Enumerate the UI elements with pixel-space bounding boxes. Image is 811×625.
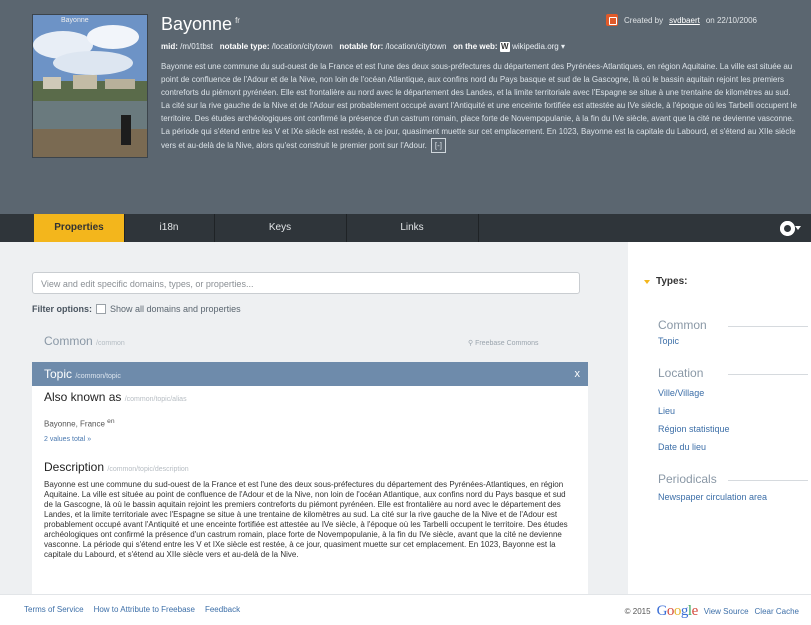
types-heading-label: Types: xyxy=(656,276,688,287)
caret-down-icon xyxy=(644,279,650,284)
google-logo: Google xyxy=(656,603,699,619)
show-all-checkbox[interactable] xyxy=(96,304,106,314)
divider xyxy=(728,480,808,481)
tab-i18n[interactable]: i18n xyxy=(124,214,215,242)
filter-label: Filter options: xyxy=(32,304,92,314)
property-aka: Also known as /common/topic/alias xyxy=(44,390,187,404)
freebase-commons-link[interactable]: ⚲ Freebase Commons xyxy=(468,339,539,347)
notable-type-label: notable type: xyxy=(219,42,270,52)
show-all-label[interactable]: Show all domains and properties xyxy=(110,304,241,314)
type-name: Topic xyxy=(44,367,73,381)
tab-links[interactable]: Links xyxy=(346,214,479,242)
divider xyxy=(728,374,808,375)
property-id: /common/topic/description xyxy=(107,466,189,473)
description-value[interactable]: Bayonne est une commune du sud-ouest de … xyxy=(44,480,574,592)
clear-cache-link[interactable]: Clear Cache xyxy=(755,607,799,616)
terms-link[interactable]: Terms of Service xyxy=(24,605,84,614)
properties-panel: View and edit specific domains, types, o… xyxy=(0,242,600,594)
gear-icon[interactable] xyxy=(780,221,795,236)
footer-right: © 2015 Google View Source Clear Cache xyxy=(625,603,799,620)
domain-id: /common xyxy=(96,340,125,347)
domain-name: Common xyxy=(44,334,93,348)
topic-header: Bayonne Bayonne fr Created by svdbaert on… xyxy=(0,0,811,214)
web-link[interactable]: wikipedia.org xyxy=(512,42,559,51)
type-link-ville-village[interactable]: Ville/Village xyxy=(658,388,704,398)
tab-keys[interactable]: Keys xyxy=(214,214,347,242)
thumbnail-image xyxy=(33,15,147,157)
notable-for-value[interactable]: /location/citytown xyxy=(386,42,447,51)
type-link-region-statistique[interactable]: Région statistique xyxy=(658,424,730,434)
aka-value-text: Bayonne, France xyxy=(44,419,105,429)
footer-links: Terms of Service How to Attribute to Fre… xyxy=(24,605,240,614)
aka-value-lang: en xyxy=(107,418,115,425)
topic-name: Bayonne xyxy=(161,14,233,34)
view-source-link[interactable]: View Source xyxy=(704,607,749,616)
property-description: Description /common/topic/description xyxy=(44,460,189,474)
types-section-periodicals: Periodicals xyxy=(658,472,717,486)
main-content: View and edit specific domains, types, o… xyxy=(0,242,811,594)
thumbnail-caption: Bayonne xyxy=(61,17,89,24)
type-link-newspaper-circulation-area[interactable]: Newspaper circulation area xyxy=(658,492,767,502)
description-text: Bayonne est une commune du sud-ouest de … xyxy=(161,62,797,150)
types-heading[interactable]: Types: xyxy=(644,276,688,287)
type-link-topic[interactable]: Topic xyxy=(658,336,679,346)
close-icon[interactable]: x xyxy=(575,362,581,386)
freebase-commons-label: Freebase Commons xyxy=(475,340,539,347)
web-label: on the web: xyxy=(453,42,498,52)
notable-for-label: notable for: xyxy=(339,42,384,52)
copyright: © 2015 xyxy=(624,607,651,616)
notable-type-value[interactable]: /location/citytown xyxy=(272,42,333,51)
property-label: Description xyxy=(44,460,105,474)
types-section-common: Common xyxy=(658,318,707,332)
types-section-location: Location xyxy=(658,366,704,380)
type-id: /common/topic xyxy=(75,373,121,380)
property-search-input[interactable]: View and edit specific domains, types, o… xyxy=(32,272,580,294)
divider xyxy=(728,326,808,327)
created-by: Created by svdbaert on 22/10/2006 xyxy=(606,14,757,26)
chevron-down-icon[interactable] xyxy=(795,226,801,230)
types-sidebar: Types: Common Topic Location Ville/Villa… xyxy=(628,242,811,594)
topic-description: Bayonne est une commune du sud-ouest de … xyxy=(161,60,801,153)
language-tag: fr xyxy=(235,16,240,25)
attribution-link[interactable]: How to Attribute to Freebase xyxy=(94,605,195,614)
type-link-lieu[interactable]: Lieu xyxy=(658,406,675,416)
property-label: Also known as xyxy=(44,390,122,404)
created-date: on 22/10/2006 xyxy=(705,15,757,25)
domain-heading-common: Common /common xyxy=(44,334,125,348)
creator-link[interactable]: svdbaert xyxy=(669,16,700,25)
values-total-link[interactable]: 2 values total » xyxy=(44,436,91,443)
topic-properties-card: Also known as /common/topic/alias Bayonn… xyxy=(32,386,588,594)
type-link-date-du-lieu[interactable]: Date du lieu xyxy=(658,442,706,452)
filter-options: Filter options: Show all domains and pro… xyxy=(32,304,241,314)
flag-icon[interactable] xyxy=(606,14,618,26)
aka-value[interactable]: Bayonne, France en xyxy=(44,418,115,429)
topic-thumbnail[interactable]: Bayonne xyxy=(32,14,148,158)
mid-value: /m/01tbst xyxy=(180,42,214,52)
mid-label: mid: xyxy=(161,42,178,52)
type-header-topic[interactable]: Topic /common/topic x xyxy=(32,362,588,386)
page-title: Bayonne fr xyxy=(161,14,240,35)
property-id: /common/topic/alias xyxy=(124,396,187,403)
collapse-button[interactable]: [-] xyxy=(430,138,446,153)
wikipedia-icon: W xyxy=(499,42,510,52)
footer: Terms of Service How to Attribute to Fre… xyxy=(0,594,811,625)
topic-meta: mid: /m/01tbst notable type: /location/c… xyxy=(161,42,566,52)
tab-properties[interactable]: Properties xyxy=(34,214,125,242)
created-prefix: Created by xyxy=(624,15,664,25)
feedback-link[interactable]: Feedback xyxy=(205,605,240,614)
